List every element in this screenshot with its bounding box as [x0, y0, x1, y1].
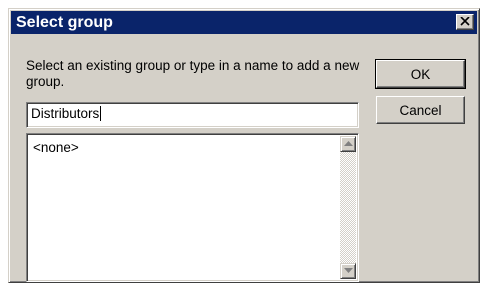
arrow-down-icon — [344, 268, 353, 273]
scroll-down-button[interactable] — [340, 263, 356, 279]
ok-button[interactable]: OK — [375, 59, 466, 89]
arrow-up-icon — [344, 141, 353, 146]
list-item[interactable]: <none> — [33, 140, 79, 156]
cancel-button[interactable]: Cancel — [376, 96, 465, 124]
instruction-text: Select an existing group or type in a na… — [26, 58, 360, 89]
group-name-value: Distributors — [31, 106, 100, 121]
close-icon — [460, 17, 470, 26]
select-group-dialog: Select group Select an existing group or… — [8, 8, 480, 283]
vertical-scrollbar[interactable] — [340, 136, 356, 279]
scroll-up-button[interactable] — [340, 136, 356, 152]
group-listbox[interactable]: <none> — [26, 133, 359, 282]
dialog-title: Select group — [16, 14, 113, 31]
group-name-input[interactable]: Distributors — [26, 102, 359, 128]
text-caret — [100, 106, 102, 121]
close-button[interactable] — [456, 14, 474, 30]
title-bar[interactable]: Select group — [11, 11, 477, 34]
